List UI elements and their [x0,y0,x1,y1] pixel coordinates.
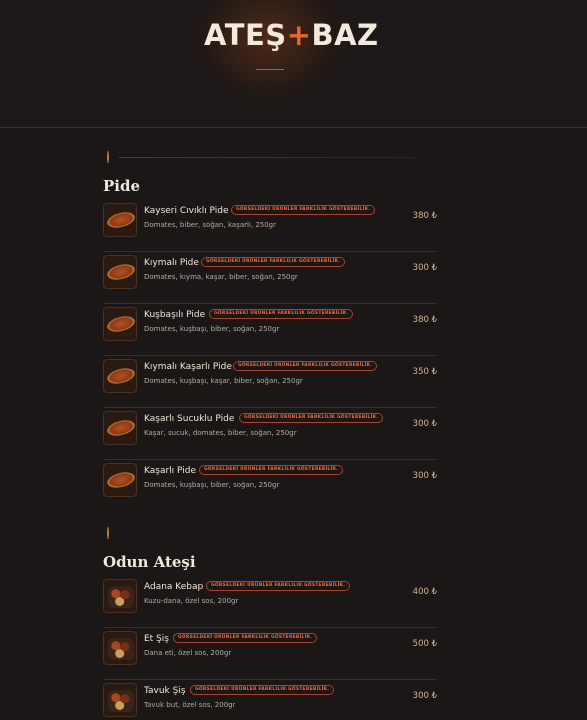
item-price: 380 ₺ [412,211,437,221]
item-description: Kaşar, sucuk, domates, biber, soğan, 250… [144,429,297,437]
image-disclaimer-badge: GÖRSELDEKİ ÜRÜNLER FARKLILIK GÖSTEREBİLİ… [199,465,344,475]
menu-item[interactable]: Tavuk Şiş GÖRSELDEKİ ÜRÜNLER FARKLILIK G… [103,680,437,720]
image-disclaimer-badge: GÖRSELDEKİ ÜRÜNLER FARKLILIK GÖSTEREBİLİ… [201,257,346,267]
item-name: Et Şiş [144,634,169,644]
menu-item[interactable]: Kuşbaşılı Pide GÖRSELDEKİ ÜRÜNLER FARKLI… [103,304,437,356]
brand-name-left: ATEŞ [204,18,287,52]
image-disclaimer-badge: GÖRSELDEKİ ÜRÜNLER FARKLILIK GÖSTEREBİLİ… [231,205,376,215]
item-description: Tavuk but, özel sos, 200gr [144,701,236,709]
kebab-plate-image [103,683,137,717]
item-price: 300 ₺ [412,691,437,701]
item-description: Domates, kuşbaşı, biber, soğan, 250gr [144,325,280,333]
item-name: Adana Kebap [144,582,204,592]
item-description: Domates, kuşbaşı, biber, soğan, 250gr [144,481,280,489]
item-price: 380 ₺ [412,315,437,325]
item-name: Tavuk Şiş [144,686,186,696]
divider-flame-icon [107,151,109,163]
item-description: Domates, kuşbaşı, kaşar, biber, soğan, 2… [144,377,303,385]
item-name: Kayseri Cıvıklı Pide [144,206,229,216]
pide-image [103,203,137,237]
image-disclaimer-badge: GÖRSELDEKİ ÜRÜNLER FARKLILIK GÖSTEREBİLİ… [239,413,384,423]
item-price: 300 ₺ [412,419,437,429]
item-description: Domates, kıyma, kaşar, biber, soğan, 250… [144,273,298,281]
pide-image [103,307,137,341]
image-disclaimer-badge: GÖRSELDEKİ ÜRÜNLER FARKLILIK GÖSTEREBİLİ… [190,685,335,695]
divider-flame-icon [107,527,109,539]
item-description: Domates, biber, soğan, kaşarlı, 250gr [144,221,277,229]
item-name: Kaşarlı Pide [144,466,197,476]
menu-item[interactable]: Kayseri Cıvıklı Pide GÖRSELDEKİ ÜRÜNLER … [103,200,437,252]
image-disclaimer-badge: GÖRSELDEKİ ÜRÜNLER FARKLILIK GÖSTEREBİLİ… [206,581,351,591]
pide-image [103,359,137,393]
image-disclaimer-badge: GÖRSELDEKİ ÜRÜNLER FARKLILIK GÖSTEREBİLİ… [233,361,378,371]
section-divider [103,151,423,165]
item-description: Dana eti, özel sos, 200gr [144,649,232,657]
item-price: 300 ₺ [412,471,437,481]
section-title-odun-atesi: Odun Ateşi [103,553,196,571]
brand-name-right: BAZ [311,18,379,52]
item-price: 500 ₺ [412,639,437,649]
pide-image [103,255,137,289]
item-price: 300 ₺ [412,263,437,273]
header: ATEŞ+BAZ [0,0,587,128]
menu-item[interactable]: Kıymalı Pide GÖRSELDEKİ ÜRÜNLER FARKLILI… [103,252,437,304]
brand-logo[interactable]: ATEŞ+BAZ [204,18,378,52]
section-divider [103,527,423,541]
item-price: 400 ₺ [412,587,437,597]
menu-item[interactable]: Kaşarlı Sucuklu Pide GÖRSELDEKİ ÜRÜNLER … [103,408,437,460]
section-title-pide: Pide [103,177,141,195]
kebab-plate-image [103,631,137,665]
logo-underline [256,69,284,70]
pide-image [103,463,137,497]
menu-item[interactable]: Et Şiş GÖRSELDEKİ ÜRÜNLER FARKLILIK GÖST… [103,628,437,680]
menu-item[interactable]: Adana Kebap GÖRSELDEKİ ÜRÜNLER FARKLILIK… [103,576,437,628]
item-description: Kuzu-dana, özel sos, 200gr [144,597,239,605]
menu-item[interactable]: Kaşarlı Pide GÖRSELDEKİ ÜRÜNLER FARKLILI… [103,460,437,512]
image-disclaimer-badge: GÖRSELDEKİ ÜRÜNLER FARKLILIK GÖSTEREBİLİ… [209,309,354,319]
pide-image [103,411,137,445]
kebab-plate-image [103,579,137,613]
item-name: Kıymalı Pide [144,258,199,268]
item-name: Kaşarlı Sucuklu Pide [144,414,235,424]
menu-item[interactable]: Kıymalı Kaşarlı Pide GÖRSELDEKİ ÜRÜNLER … [103,356,437,408]
item-name: Kıymalı Kaşarlı Pide [144,362,232,372]
brand-plus: + [286,18,312,52]
divider-line [119,157,419,158]
image-disclaimer-badge: GÖRSELDEKİ ÜRÜNLER FARKLILIK GÖSTEREBİLİ… [173,633,318,643]
item-price: 350 ₺ [412,367,437,377]
item-name: Kuşbaşılı Pide [144,310,206,320]
